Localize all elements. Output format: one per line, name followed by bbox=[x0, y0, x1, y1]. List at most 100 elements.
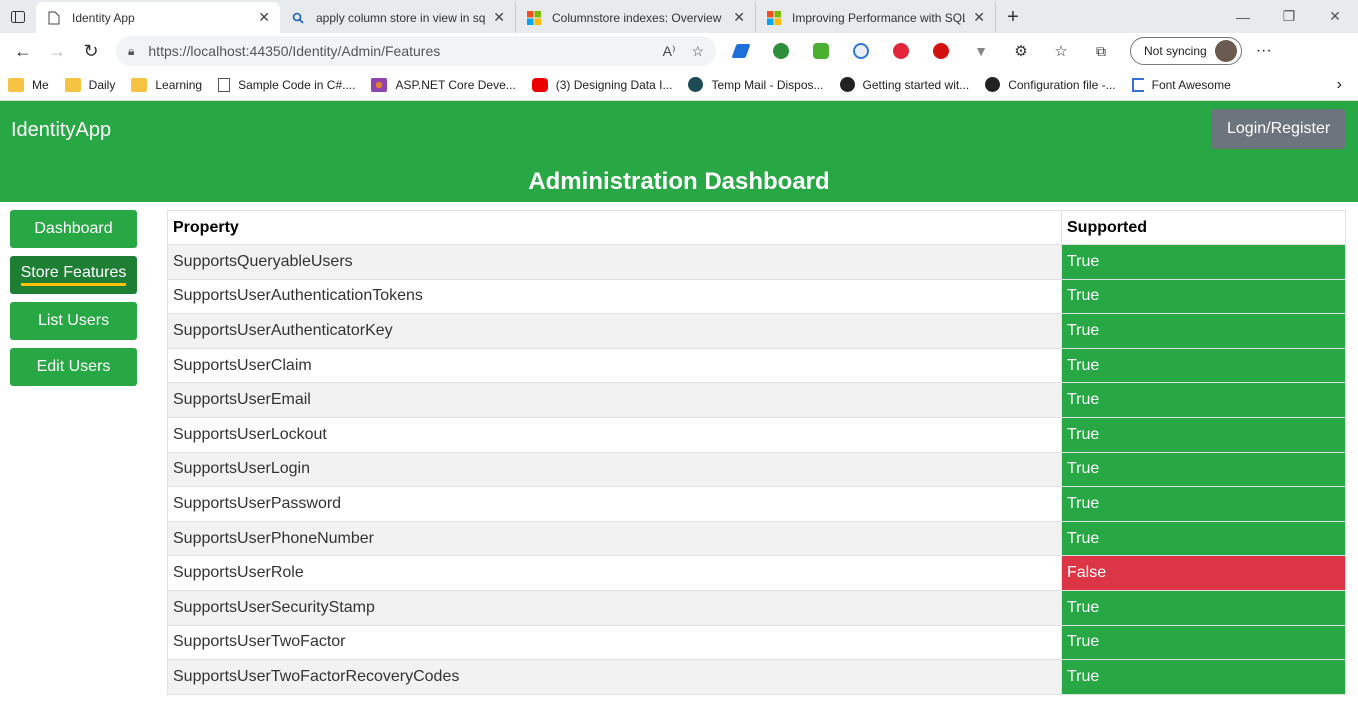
folder-icon bbox=[64, 77, 81, 92]
tab-columnstore[interactable]: Columnstore indexes: Overview - ✕ bbox=[516, 2, 756, 33]
page-icon bbox=[46, 10, 62, 26]
chevron-right-icon[interactable]: › bbox=[1337, 76, 1342, 94]
sidebar-item-edit-users[interactable]: Edit Users bbox=[10, 348, 137, 386]
close-icon[interactable]: ✕ bbox=[733, 9, 745, 26]
main-content: Dashboard Store Features List Users Edit… bbox=[0, 202, 1358, 695]
table-row: SupportsUserEmail True bbox=[167, 382, 1346, 418]
table-row: SupportsUserTwoFactor True bbox=[167, 624, 1346, 661]
folder-icon bbox=[8, 77, 24, 92]
bookmark-configuration-file[interactable]: Configuration file -... bbox=[985, 77, 1116, 92]
table-row: SupportsUserAuthenticationTokens True bbox=[167, 278, 1346, 315]
sidebar-item-dashboard[interactable]: Dashboard bbox=[10, 210, 137, 248]
close-icon[interactable]: ✕ bbox=[258, 9, 270, 26]
collections-icon[interactable]: ⧉ bbox=[1086, 36, 1116, 66]
property-cell: SupportsUserPhoneNumber bbox=[167, 520, 1062, 557]
supported-cell: True bbox=[1061, 347, 1346, 384]
window-controls: — ❐ ✕ bbox=[1220, 0, 1358, 33]
extension-v-icon[interactable]: ▼ bbox=[966, 36, 996, 66]
address-toolbar: ← → ↻ 🔒︎ https://localhost:44350/Identit… bbox=[0, 33, 1358, 69]
bookmark-label: Temp Mail - Dispos... bbox=[711, 77, 824, 92]
supported-cell: True bbox=[1061, 659, 1346, 695]
extension-green-icon[interactable] bbox=[806, 36, 836, 66]
lock-icon[interactable]: 🔒︎ bbox=[128, 44, 134, 59]
bookmark-sample-code[interactable]: Sample Code in C#.... bbox=[218, 77, 356, 92]
supported-cell: False bbox=[1061, 555, 1346, 591]
github-icon bbox=[839, 77, 855, 92]
address-bar[interactable]: 🔒︎ https://localhost:44350/Identity/Admi… bbox=[116, 36, 716, 66]
extension-blue-icon[interactable] bbox=[846, 36, 876, 66]
bookmark-getting-started[interactable]: Getting started wit... bbox=[839, 77, 970, 92]
supported-cell: True bbox=[1061, 416, 1346, 453]
close-icon[interactable]: ✕ bbox=[973, 9, 985, 26]
close-window-icon[interactable]: ✕ bbox=[1312, 0, 1358, 33]
favorites-icon[interactable]: ☆ bbox=[1046, 36, 1076, 66]
property-cell: SupportsUserSecurityStamp bbox=[167, 589, 1062, 626]
login-register-button[interactable]: Login/Register bbox=[1211, 109, 1345, 149]
supported-cell: True bbox=[1061, 278, 1346, 315]
extension-pen-icon[interactable] bbox=[726, 36, 756, 66]
restore-icon[interactable]: ❐ bbox=[1266, 0, 1312, 33]
url-text[interactable]: https://localhost:44350/Identity/Admin/F… bbox=[148, 43, 646, 59]
tab-identity-app[interactable]: Identity App ✕ bbox=[36, 2, 280, 33]
tab-title: apply column store in view in sql bbox=[316, 10, 486, 25]
tab-strip: Identity App ✕ apply column store in vie… bbox=[0, 0, 1358, 33]
tab-search[interactable]: apply column store in view in sql ✕ bbox=[280, 2, 516, 33]
new-tab-icon[interactable]: + bbox=[996, 2, 1030, 33]
bookmark-designing-data[interactable]: (3) Designing Data I... bbox=[531, 77, 672, 92]
sidebar-item-label: Edit Users bbox=[36, 358, 111, 375]
property-cell: SupportsUserLogin bbox=[167, 451, 1062, 488]
page-title: Administration Dashboard bbox=[528, 168, 830, 195]
adblock-icon[interactable] bbox=[886, 36, 916, 66]
tab-title: Improving Performance with SQL bbox=[792, 10, 966, 25]
property-cell: SupportsUserLockout bbox=[167, 416, 1062, 453]
back-icon[interactable]: ← bbox=[6, 36, 40, 66]
supported-cell: True bbox=[1061, 520, 1346, 557]
features-table-container: Property Supported SupportsQueryableUser… bbox=[167, 210, 1346, 695]
extension-globe-icon[interactable] bbox=[766, 36, 796, 66]
minimize-icon[interactable]: — bbox=[1220, 0, 1266, 33]
extension-red-icon[interactable] bbox=[926, 36, 956, 66]
bookmark-learning[interactable]: Learning bbox=[131, 77, 203, 92]
bookmark-label: Learning bbox=[155, 77, 203, 92]
more-menu-icon[interactable]: ··· bbox=[1256, 42, 1272, 60]
bookmark-aspnet[interactable]: ASP.NET Core Deve... bbox=[371, 77, 516, 92]
bookmark-daily[interactable]: Daily bbox=[64, 77, 116, 92]
tab-actions-icon[interactable] bbox=[0, 0, 36, 33]
supported-cell: True bbox=[1061, 244, 1346, 280]
tab-improving-performance[interactable]: Improving Performance with SQL ✕ bbox=[756, 2, 996, 33]
extensions-puzzle-icon[interactable]: ⚙ bbox=[1006, 36, 1036, 66]
app-brand[interactable]: IdentityApp bbox=[11, 119, 111, 142]
bookmark-label: Getting started wit... bbox=[862, 77, 970, 92]
property-cell: SupportsUserRole bbox=[167, 555, 1062, 591]
supported-cell: True bbox=[1061, 382, 1346, 418]
tempmail-icon bbox=[688, 77, 704, 92]
property-cell: SupportsUserTwoFactorRecoveryCodes bbox=[167, 659, 1062, 695]
page-icon bbox=[218, 77, 231, 92]
supported-cell: True bbox=[1061, 486, 1346, 522]
add-favorite-icon[interactable]: ☆ bbox=[691, 43, 704, 60]
bookmark-temp-mail[interactable]: Temp Mail - Dispos... bbox=[688, 77, 824, 92]
property-cell: SupportsUserClaim bbox=[167, 347, 1062, 384]
table-row: SupportsUserSecurityStamp True bbox=[167, 589, 1346, 626]
table-row: SupportsQueryableUsers True bbox=[167, 244, 1346, 280]
bookmark-label: Font Awesome bbox=[1151, 77, 1231, 92]
close-icon[interactable]: ✕ bbox=[493, 9, 505, 26]
sidebar-item-store-features[interactable]: Store Features bbox=[10, 256, 137, 294]
refresh-icon[interactable]: ↻ bbox=[74, 36, 108, 66]
bookmark-me[interactable]: Me bbox=[8, 77, 49, 92]
profile-sync-button[interactable]: Not syncing bbox=[1130, 37, 1242, 65]
flag-icon bbox=[1131, 77, 1144, 92]
supported-cell: True bbox=[1061, 451, 1346, 488]
bookmark-font-awesome[interactable]: Font Awesome bbox=[1131, 77, 1231, 92]
forward-icon[interactable]: → bbox=[40, 36, 74, 66]
property-cell: SupportsUserPassword bbox=[167, 486, 1062, 522]
sidebar: Dashboard Store Features List Users Edit… bbox=[10, 210, 137, 695]
bookmark-label: Daily bbox=[88, 77, 116, 92]
sync-label: Not syncing bbox=[1144, 44, 1207, 58]
supported-cell: True bbox=[1061, 313, 1346, 349]
sidebar-item-list-users[interactable]: List Users bbox=[10, 302, 137, 340]
bookmark-label: Sample Code in C#.... bbox=[238, 77, 356, 92]
table-row: SupportsUserLogin True bbox=[167, 451, 1346, 488]
read-aloud-icon[interactable]: A⁾ bbox=[663, 43, 676, 60]
sidebar-item-label: List Users bbox=[37, 312, 110, 329]
